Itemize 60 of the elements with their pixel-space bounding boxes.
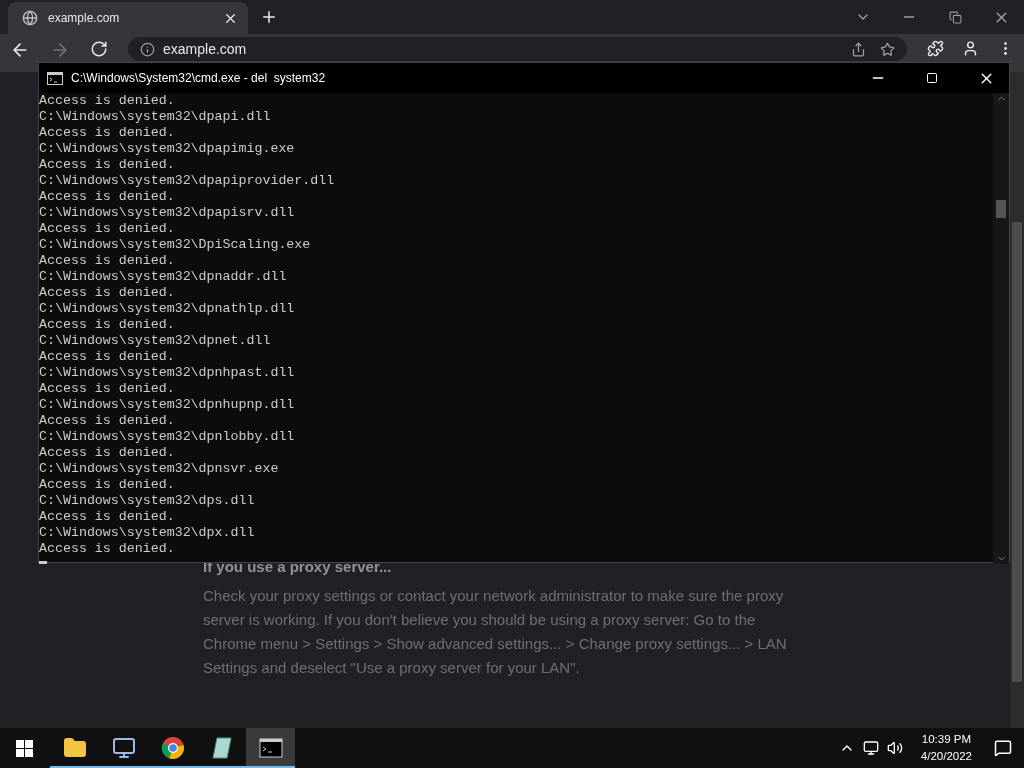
folder-icon[interactable] bbox=[62, 736, 87, 760]
share-icon[interactable] bbox=[851, 41, 866, 57]
console-line: Access is denied. bbox=[39, 317, 175, 333]
console-scrollbar[interactable] bbox=[993, 93, 1009, 564]
browser-tab[interactable]: example.com bbox=[8, 2, 248, 34]
address-bar[interactable]: example.com bbox=[128, 37, 907, 61]
scroll-thumb[interactable] bbox=[1012, 222, 1022, 682]
computer-icon[interactable] bbox=[111, 736, 136, 760]
console-line: C:\Windows\system32\dpnaddr.dll bbox=[39, 269, 287, 285]
console-line: C:\Windows\system32\dpnlobby.dll bbox=[39, 429, 295, 445]
extension-icon[interactable] bbox=[927, 40, 944, 57]
console-line: Access is denied. bbox=[39, 541, 175, 557]
console-line: Access is denied. bbox=[39, 349, 175, 365]
notepad-icon[interactable] bbox=[210, 736, 233, 760]
console-line: Access is denied. bbox=[39, 125, 175, 141]
reload-icon[interactable] bbox=[90, 40, 108, 58]
windows-icon[interactable] bbox=[15, 739, 33, 757]
console-line: C:\Windows\system32\dpnet.dll bbox=[39, 333, 271, 349]
console-line: Access is denied. bbox=[39, 413, 175, 429]
console-line: Access is denied. bbox=[39, 93, 175, 109]
new-tab-icon[interactable] bbox=[260, 8, 278, 26]
console-line: C:\Windows\system32\dpx.dll bbox=[39, 525, 255, 541]
console-icon bbox=[47, 71, 63, 85]
console-line: C:\Windows\system32\dpnhpast.dll bbox=[39, 365, 295, 381]
chrome-icon[interactable] bbox=[160, 736, 185, 760]
help-paragraph: Check your proxy settings or contact your network administrator to make sure the proxy server is working. If you don't believe you should be using a proxy server: Go to the Chrome menu > Settings > Show advanced settings... > Change proxy settings... > LAN Settings and deselect "Use a proxy server for your LAN". bbox=[203, 586, 788, 678]
text-cursor bbox=[39, 561, 47, 564]
console-line: Access is denied. bbox=[39, 221, 175, 237]
console-line: C:\Windows\system32\dpapiprovider.dll bbox=[39, 173, 335, 189]
notification-icon[interactable] bbox=[994, 739, 1012, 757]
console-line: C:\Windows\system32\dpapimig.exe bbox=[39, 141, 295, 157]
console-line: C:\Windows\system32\dpnsvr.exe bbox=[39, 461, 279, 477]
restore-icon[interactable] bbox=[948, 10, 962, 24]
console-line: Access is denied. bbox=[39, 509, 175, 525]
console-line: Access is denied. bbox=[39, 477, 175, 493]
window-title: C:\Windows\System32\cmd.exe - del system32 bbox=[71, 71, 327, 85]
console-line: Access is denied. bbox=[39, 253, 175, 269]
network-icon[interactable] bbox=[862, 740, 879, 756]
clock[interactable]: 10:39 PM 4/20/2022 bbox=[910, 731, 982, 765]
terminal-icon[interactable] bbox=[258, 738, 283, 758]
info-icon[interactable] bbox=[140, 41, 155, 57]
console-line: C:\Windows\system32\DpiScaling.exe bbox=[39, 237, 311, 253]
maximize-icon[interactable] bbox=[926, 72, 938, 84]
globe-icon bbox=[22, 10, 38, 26]
console-line: C:\Windows\system32\dpnathlp.dll bbox=[39, 301, 295, 317]
console-line: Access is denied. bbox=[39, 285, 175, 301]
console-line: C:\Windows\system32\dpapisrv.dll bbox=[39, 205, 295, 221]
console-line: Access is denied. bbox=[39, 157, 175, 173]
console-line: Access is denied. bbox=[39, 189, 175, 205]
console-line: C:\Windows\system32\dps.dll bbox=[39, 493, 255, 509]
volume-icon[interactable] bbox=[886, 740, 903, 756]
console-line: Access is denied. bbox=[39, 381, 175, 397]
scrollbar[interactable] bbox=[1010, 72, 1024, 728]
taskbar-app[interactable] bbox=[246, 728, 295, 768]
console-line: C:\Windows\system32\dpapi.dll bbox=[39, 109, 271, 125]
console-line: Access is denied. bbox=[39, 445, 175, 461]
console-line: C:\Windows\system32\dpnhupnp.dll bbox=[39, 397, 295, 413]
profile-icon[interactable] bbox=[962, 40, 979, 57]
star-icon[interactable] bbox=[880, 41, 895, 57]
scroll-thumb[interactable] bbox=[996, 200, 1006, 218]
